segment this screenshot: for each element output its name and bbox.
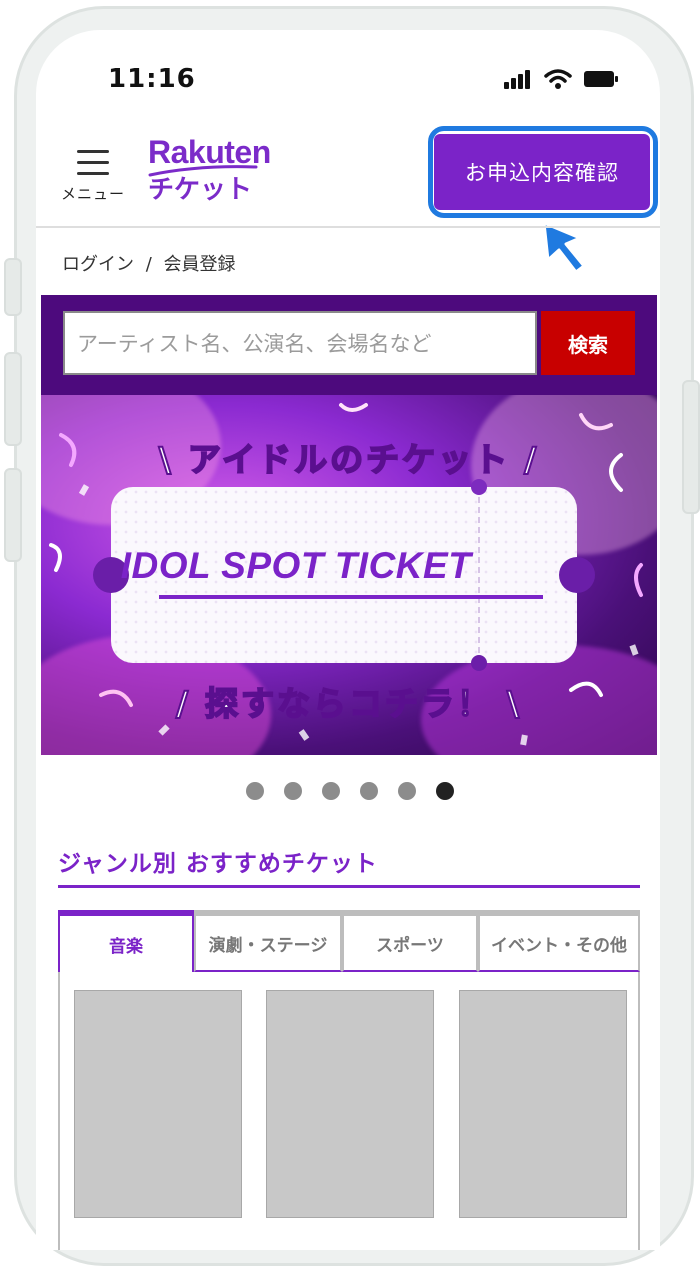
wifi-icon bbox=[544, 69, 572, 89]
ticket-card-image[interactable] bbox=[74, 990, 242, 1218]
promo-banner[interactable]: \ アイドルのチケット / IDOL SPOT TICKET / 探すならコチラ！ \ bbox=[41, 395, 657, 755]
header-divider bbox=[36, 226, 660, 228]
rakuten-ticket-logo[interactable]: Rakuten チケット bbox=[148, 134, 271, 206]
menu-label: メニュー bbox=[60, 185, 125, 203]
tab-music[interactable]: 音楽 bbox=[58, 910, 194, 972]
phone-power-button bbox=[682, 380, 700, 514]
section-divider bbox=[58, 885, 640, 888]
tab-panel bbox=[58, 972, 640, 1250]
search-button[interactable]: 検索 bbox=[541, 311, 635, 375]
login-link[interactable]: ログイン bbox=[62, 254, 134, 275]
register-link[interactable]: 会員登録 bbox=[164, 254, 236, 275]
application-confirm-button[interactable]: お申込内容確認 bbox=[434, 134, 650, 210]
tab-theater[interactable]: 演劇・ステージ bbox=[194, 910, 342, 972]
tab-sports[interactable]: スポーツ bbox=[342, 910, 478, 972]
carousel-dot[interactable] bbox=[360, 782, 378, 800]
carousel-dot[interactable] bbox=[322, 782, 340, 800]
auth-links: ログイン / 会員登録 bbox=[62, 250, 242, 276]
status-time: 11:16 bbox=[108, 64, 196, 94]
logo-ticket-text: チケット bbox=[148, 165, 271, 206]
carousel-dot-active[interactable] bbox=[436, 782, 454, 800]
carousel-dot[interactable] bbox=[284, 782, 302, 800]
ticket-card-image[interactable] bbox=[459, 990, 627, 1218]
search-bar: アーティスト名、公演名、会場名など 検索 bbox=[41, 295, 657, 395]
hamburger-icon bbox=[58, 150, 128, 175]
phone-side-button bbox=[4, 352, 22, 446]
carousel-dots bbox=[246, 782, 454, 800]
banner-underline bbox=[159, 595, 543, 599]
phone-screen: 11:16 メニュー Rakuten チケット お申込内容確認 ログイン / 会… bbox=[36, 30, 660, 1250]
status-icons bbox=[504, 68, 620, 90]
carousel-dot[interactable] bbox=[246, 782, 264, 800]
banner-ticket: IDOL SPOT TICKET bbox=[93, 479, 595, 671]
carousel-dot[interactable] bbox=[398, 782, 416, 800]
menu-button[interactable]: メニュー bbox=[58, 150, 128, 220]
logo-swoosh-icon bbox=[148, 165, 258, 177]
battery-icon bbox=[584, 71, 618, 87]
signal-icon bbox=[504, 70, 530, 89]
ticket-card-image[interactable] bbox=[266, 990, 434, 1218]
section-title: ジャンル別 おすすめチケット bbox=[58, 851, 378, 877]
banner-main-text: IDOL SPOT TICKET bbox=[120, 545, 472, 586]
genre-tabs: 音楽 演劇・ステージ スポーツ イベント・その他 bbox=[58, 910, 640, 974]
phone-side-button bbox=[4, 258, 22, 316]
phone-side-button bbox=[4, 468, 22, 562]
banner-bottom-text: / 探すならコチラ！ \ bbox=[175, 683, 523, 724]
tab-events[interactable]: イベント・その他 bbox=[478, 910, 640, 972]
pointer-cursor-icon bbox=[542, 221, 586, 274]
banner-top-text: \ アイドルのチケット / bbox=[158, 439, 540, 480]
search-input[interactable]: アーティスト名、公演名、会場名など bbox=[63, 311, 537, 375]
separator: / bbox=[145, 254, 152, 275]
